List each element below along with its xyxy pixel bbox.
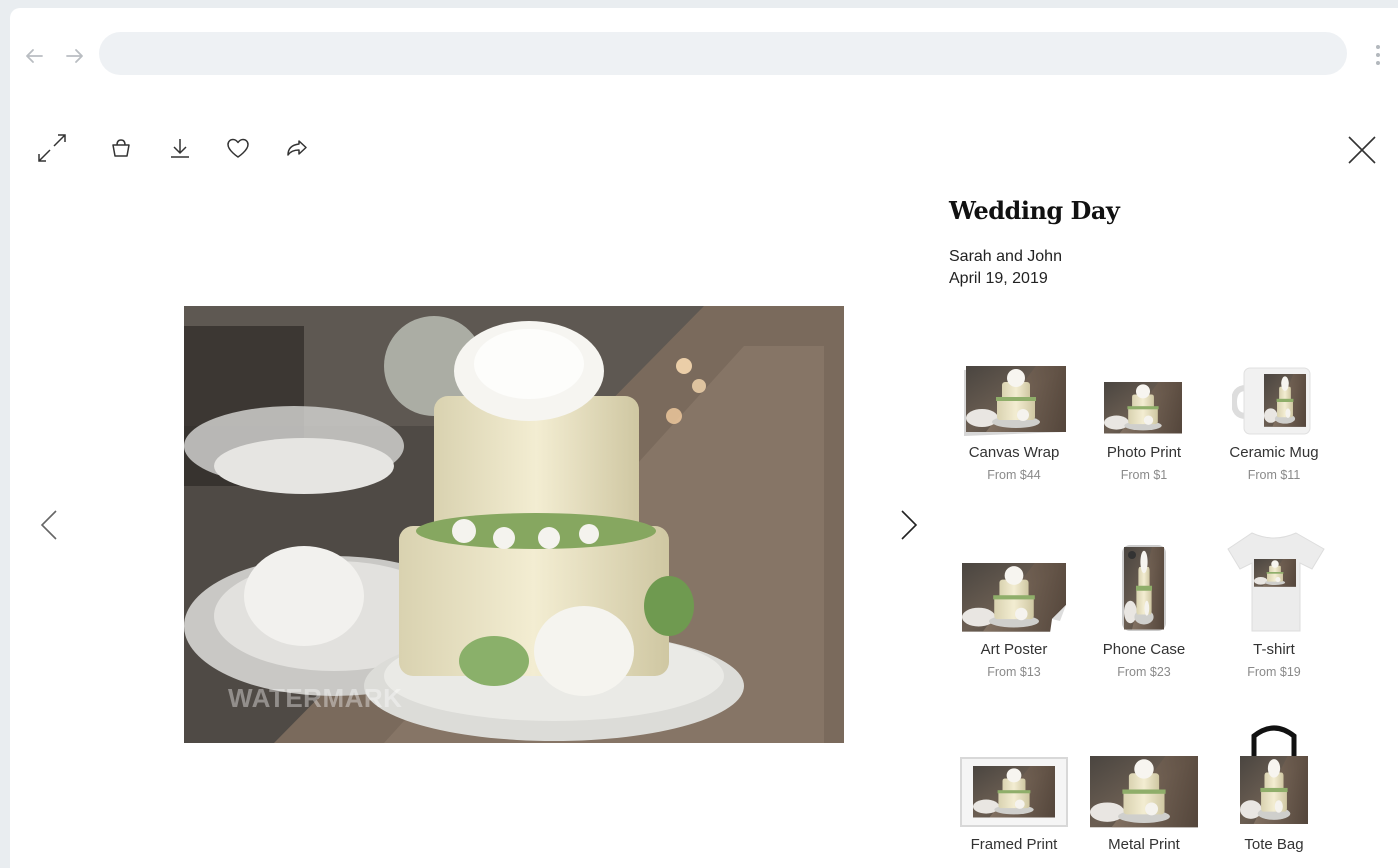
product-name: Canvas Wrap bbox=[968, 444, 1060, 461]
shopping-bag-icon bbox=[112, 139, 130, 157]
product-metal-print[interactable]: Metal Print bbox=[1079, 724, 1209, 860]
product-framed-print[interactable]: Framed Print bbox=[949, 724, 1079, 860]
product-art-poster[interactable]: Art Poster From $13 bbox=[949, 535, 1079, 679]
address-bar[interactable] bbox=[99, 32, 1347, 75]
product-ceramic-mug[interactable]: Ceramic Mug From $11 bbox=[1209, 356, 1339, 482]
product-price: From $44 bbox=[987, 468, 1041, 482]
product-name: Ceramic Mug bbox=[1229, 444, 1319, 461]
album-title: Wedding Day bbox=[949, 196, 1120, 225]
close-icon bbox=[1348, 136, 1376, 164]
product-price: From $11 bbox=[1247, 468, 1301, 482]
previous-image-button[interactable] bbox=[34, 508, 64, 542]
back-button[interactable] bbox=[20, 42, 48, 70]
product-name: T-shirt bbox=[1253, 641, 1295, 658]
t-shirt-thumbnail bbox=[1227, 532, 1325, 632]
product-name: Phone Case bbox=[1102, 641, 1186, 658]
tote-bag-thumbnail bbox=[1240, 725, 1308, 824]
product-canvas-wrap[interactable]: Canvas Wrap From $44 bbox=[949, 356, 1079, 482]
wedding-cake-image bbox=[184, 306, 844, 743]
share-icon bbox=[287, 140, 307, 156]
download-icon bbox=[171, 139, 189, 158]
fullscreen-button[interactable] bbox=[34, 130, 70, 166]
canvas-wrap-thumbnail bbox=[964, 366, 1066, 436]
arrow-left-icon bbox=[26, 49, 43, 63]
metal-print-thumbnail bbox=[1090, 756, 1198, 828]
ceramic-mug-thumbnail bbox=[1232, 367, 1311, 435]
album-date: April 19, 2019 bbox=[949, 270, 1048, 287]
product-name: Metal Print bbox=[1108, 836, 1180, 853]
expand-icon bbox=[38, 134, 66, 162]
download-button[interactable] bbox=[162, 130, 198, 166]
product-name: Photo Print bbox=[1106, 444, 1182, 461]
forward-button[interactable] bbox=[61, 42, 89, 70]
like-button[interactable] bbox=[220, 130, 256, 166]
product-price: From $19 bbox=[1247, 665, 1301, 679]
browser-window: WATERMARK Wedding Day Sarah and John Apr… bbox=[10, 8, 1398, 868]
product-name: Art Poster bbox=[980, 641, 1048, 658]
phone-case-thumbnail bbox=[1122, 545, 1166, 631]
product-price: From $13 bbox=[987, 665, 1041, 679]
watermark-text: WATERMARK bbox=[228, 683, 403, 713]
close-button[interactable] bbox=[1342, 130, 1382, 170]
chevron-right-icon bbox=[901, 510, 918, 540]
product-name: Framed Print bbox=[970, 836, 1058, 853]
product-photo-print[interactable]: Photo Print From $1 bbox=[1079, 356, 1209, 482]
product-price: From $1 bbox=[1120, 468, 1168, 482]
chevron-left-icon bbox=[40, 510, 57, 540]
product-tote-bag[interactable]: Tote Bag bbox=[1209, 724, 1339, 860]
product-phone-case[interactable]: Phone Case From $23 bbox=[1079, 535, 1209, 679]
album-couple-names: Sarah and John bbox=[949, 248, 1062, 265]
product-name: Tote Bag bbox=[1244, 836, 1304, 853]
main-photo[interactable]: WATERMARK bbox=[184, 306, 844, 743]
album-subtitle: Sarah and John April 19, 2019 bbox=[949, 246, 1062, 290]
art-poster-thumbnail bbox=[962, 563, 1066, 633]
product-t-shirt[interactable]: T-shirt From $19 bbox=[1209, 532, 1339, 679]
product-price: From $23 bbox=[1117, 665, 1171, 679]
share-button[interactable] bbox=[279, 130, 315, 166]
arrow-right-icon bbox=[66, 49, 83, 63]
heart-icon bbox=[227, 138, 249, 158]
photo-print-thumbnail bbox=[1104, 382, 1182, 434]
kebab-menu-icon[interactable] bbox=[1368, 42, 1388, 68]
buy-button[interactable] bbox=[103, 130, 139, 166]
next-image-button[interactable] bbox=[894, 508, 924, 542]
framed-print-thumbnail bbox=[960, 757, 1068, 827]
